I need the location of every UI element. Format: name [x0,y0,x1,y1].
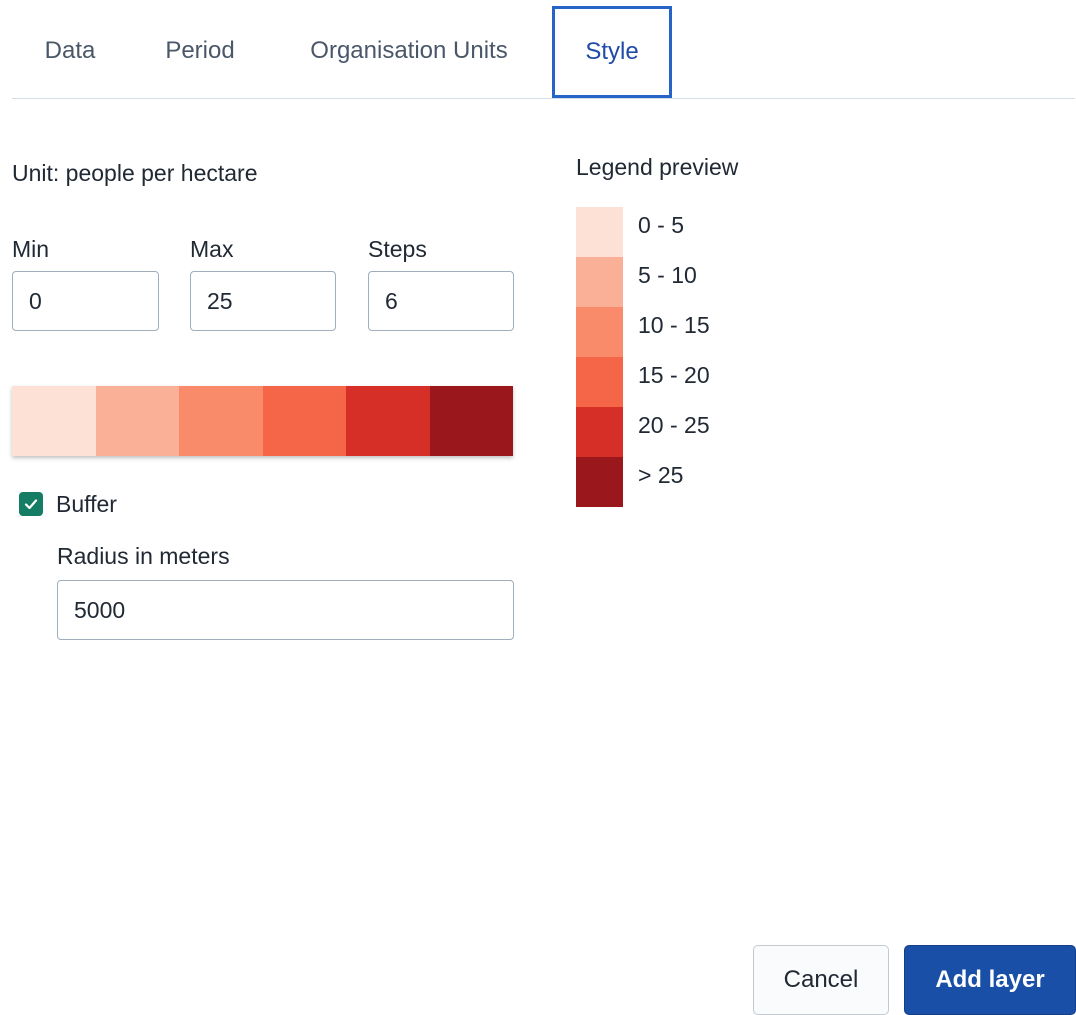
legend-swatch [576,357,623,407]
legend-preview-title: Legend preview [576,154,739,180]
legend-label: 0 - 5 [638,212,685,238]
tab-period[interactable]: Period [156,6,244,96]
legend-swatch [576,407,623,457]
tab-bar: Data Period Organisation Units Style [12,0,1075,99]
add-layer-button[interactable]: Add layer [904,945,1076,1015]
legend-label: 5 - 10 [638,262,697,288]
min-label: Min [12,236,50,262]
legend-item: > 25 [576,457,710,507]
buffer-label[interactable]: Buffer [56,491,117,518]
legend-label: 15 - 20 [638,362,710,388]
tab-organisation-units[interactable]: Organisation Units [296,6,522,96]
legend-label: > 25 [638,462,684,488]
color-scale-swatch [12,386,96,456]
buffer-checkbox[interactable] [19,492,43,516]
legend-label: 10 - 15 [638,312,710,338]
checkmark-icon [24,499,38,510]
min-input[interactable] [12,271,159,331]
radius-input[interactable] [57,580,514,640]
steps-label: Steps [368,236,427,262]
color-scale-swatch [346,386,430,456]
color-scale-swatch [95,386,179,456]
cancel-button[interactable]: Cancel [753,945,889,1015]
color-scale-swatch [429,386,513,456]
legend-swatch [576,457,623,507]
legend-label: 20 - 25 [638,412,710,438]
legend-swatch [576,257,623,307]
radius-label: Radius in meters [57,543,230,569]
legend-swatch [576,307,623,357]
max-label: Max [190,236,234,262]
steps-input[interactable] [368,271,514,331]
tab-data[interactable]: Data [38,6,102,96]
legend-swatch [576,207,623,257]
color-scale-swatch [179,386,263,456]
unit-label: Unit: people per hectare [12,160,258,186]
color-scale-swatch [262,386,346,456]
legend-preview: 0 - 5 5 - 10 10 - 15 15 - 20 20 - 25 > 25 [576,207,710,507]
color-scale-selector[interactable] [12,386,513,456]
max-input[interactable] [190,271,336,331]
tab-style[interactable]: Style [552,6,672,98]
